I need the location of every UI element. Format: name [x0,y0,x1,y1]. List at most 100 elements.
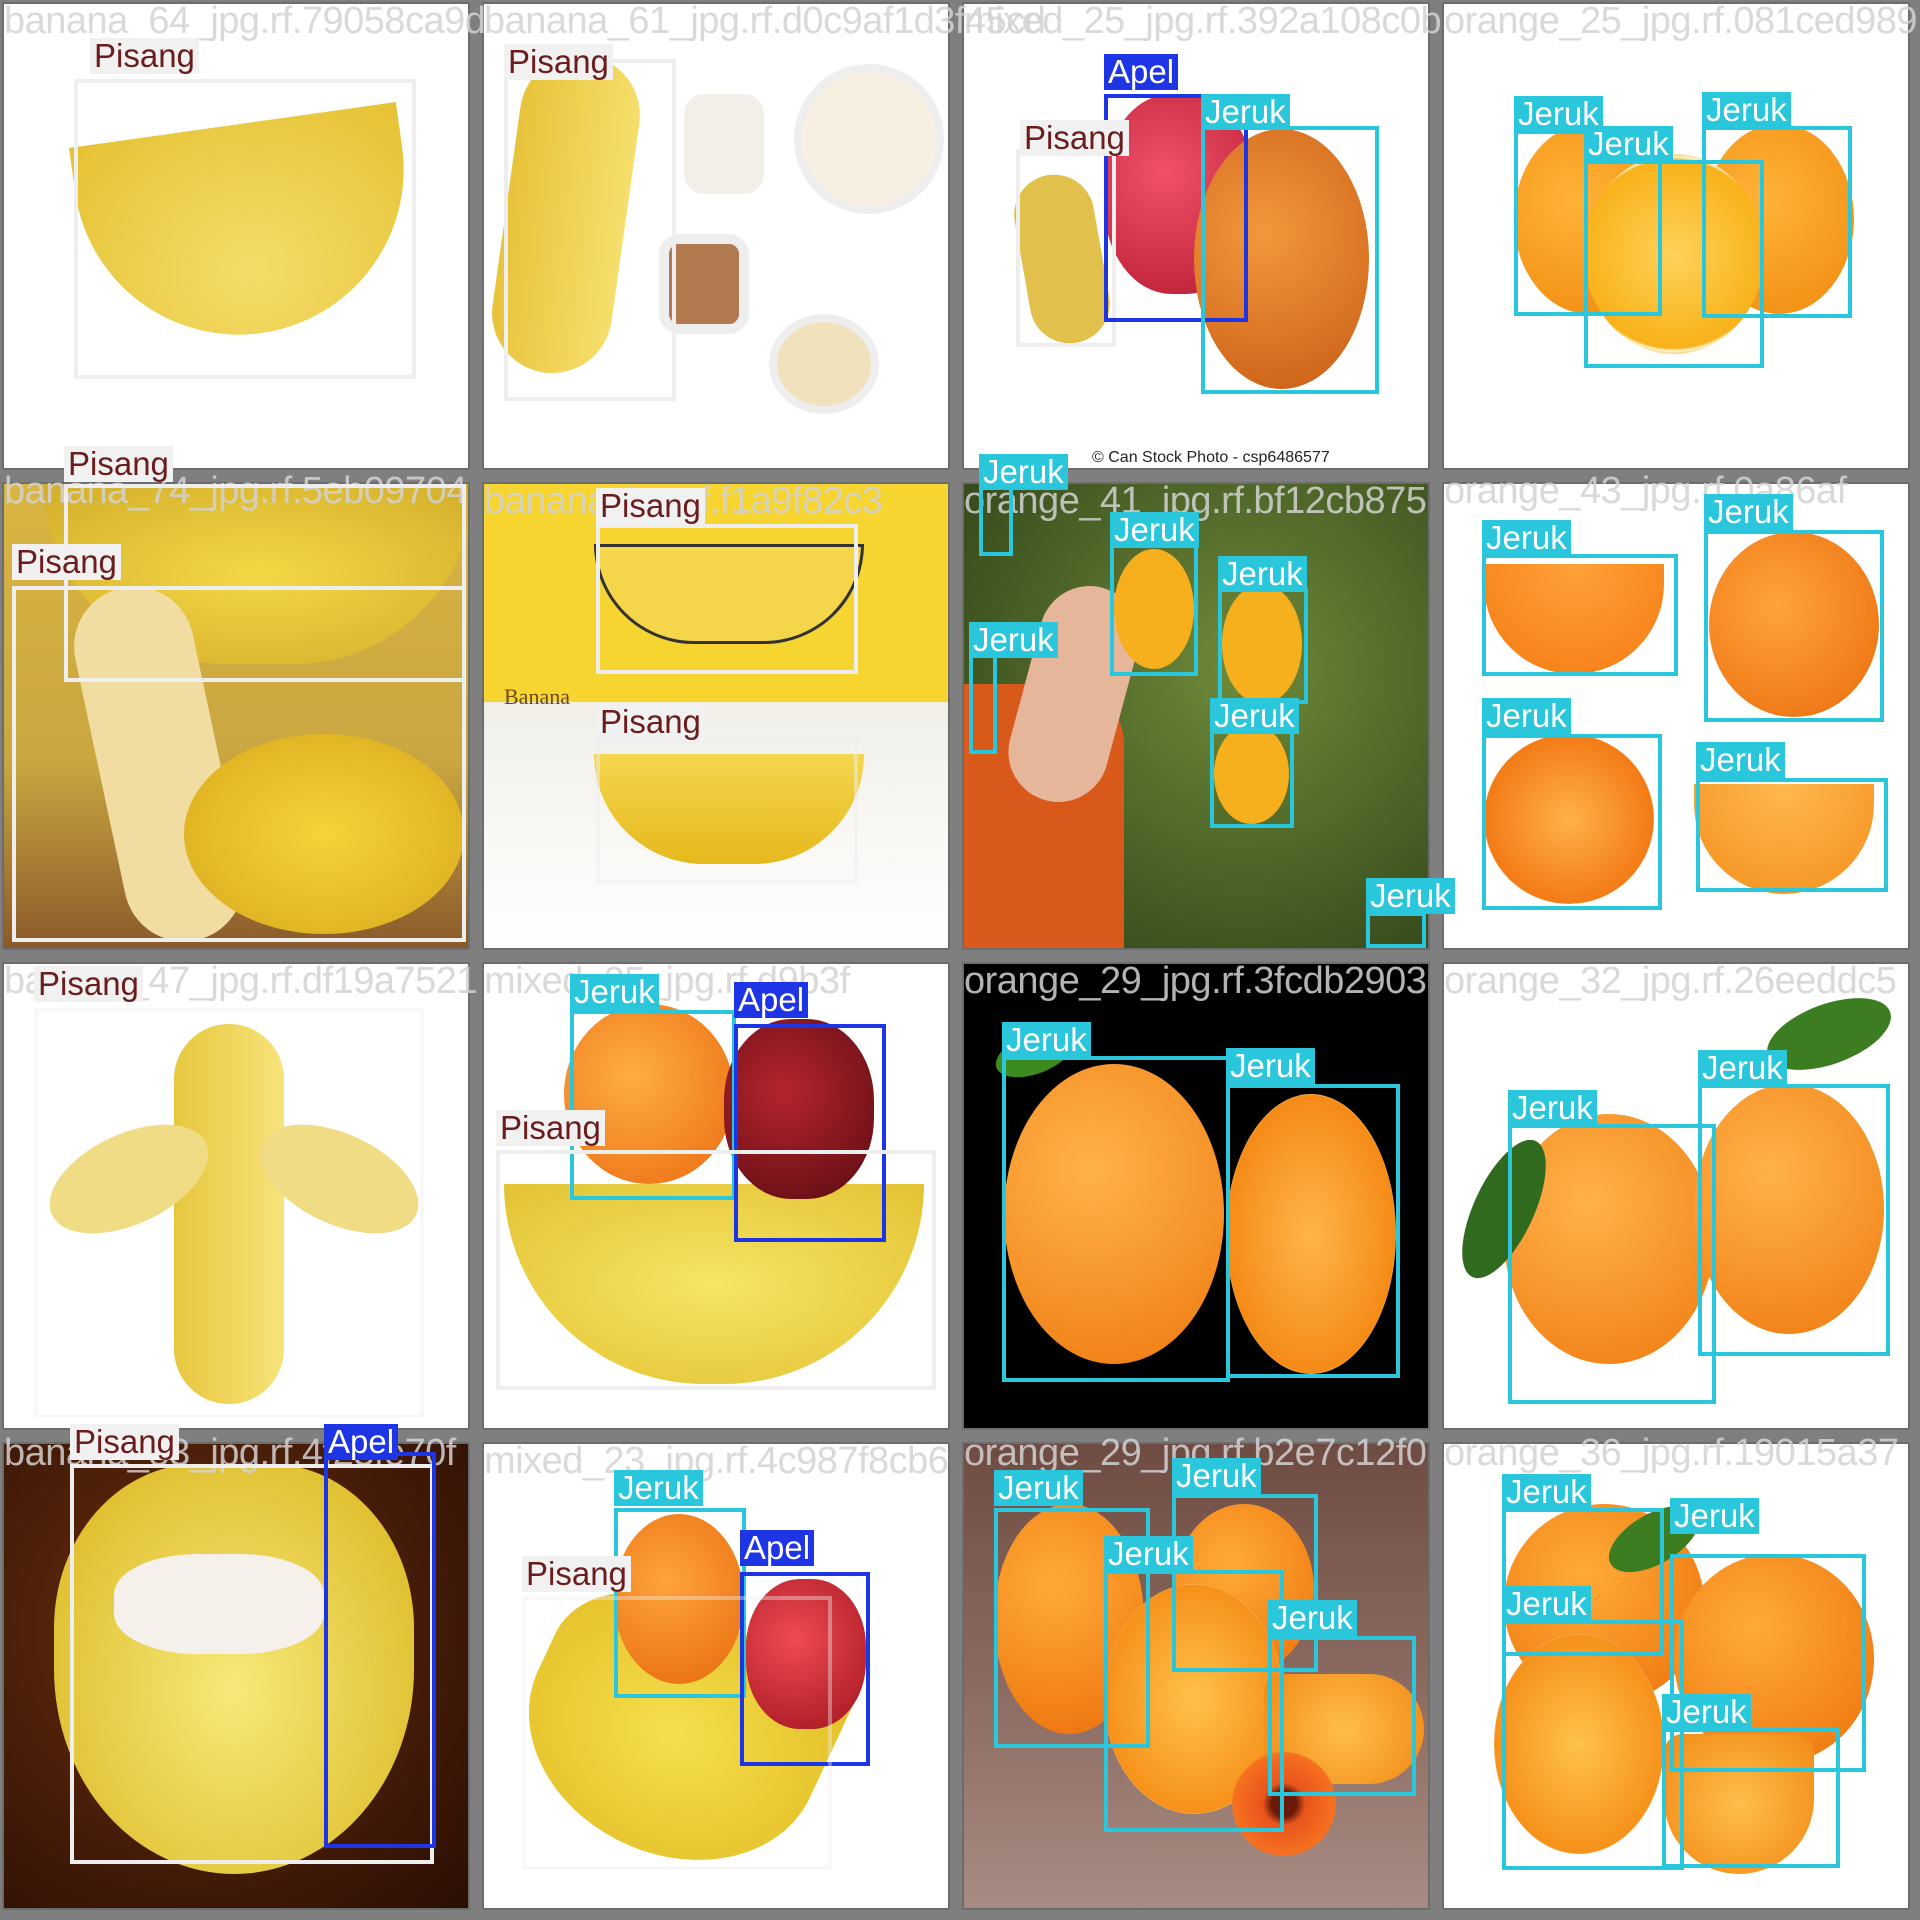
tile-10: mixed_05_jpg.rf.d9b3f Jeruk Apel Pisang [482,960,950,1430]
bbox-pisang [496,1150,936,1390]
tile-6: Banana banana_jpg.rf.f1a9f82c3 Pisang Pi… [482,480,950,950]
watermark: © Can Stock Photo - csp6486577 [1092,449,1330,466]
tile-filename: mixed_23_jpg.rf.4c987f8cb6 [484,1440,949,1482]
tile-13: banana_83_jpg.rf.4f23fe70f Pisang Apel [2,1424,470,1910]
tile-14: mixed_23_jpg.rf.4c987f8cb6 Jeruk Apel Pi… [482,1440,950,1910]
label-jeruk: Jeruk [1704,494,1793,530]
label-apel: Apel [740,1530,815,1566]
tile-12: orange_32_jpg.rf.26eeddc5 Jeruk Jeruk [1442,960,1910,1430]
bbox-pisang [12,586,466,942]
bbox-pisang [596,740,858,884]
label-pisang: Pisang [596,704,705,740]
bowl-shape [794,64,944,214]
tile-filename: mixed_25_jpg.rf.392a108c0b [964,0,1442,42]
label-jeruk: Jeruk [969,622,1058,658]
tile-filename: orange_32_jpg.rf.26eeddc5 [1444,960,1897,1002]
bbox-jeruk [1210,730,1294,828]
bbox-pisang [74,79,416,379]
label-jeruk: Jeruk [570,974,659,1010]
tile-1: banana_64_jpg.rf.79058ca9d Pisang [2,0,486,470]
label-jeruk: Jeruk [1482,520,1571,556]
bbox-jeruk [1584,160,1764,368]
tile-3: © Can Stock Photo - csp6486577 mixed_25_… [962,0,1442,470]
bbox-jeruk [1104,1570,1284,1832]
label-jeruk: Jeruk [1502,1586,1591,1622]
label-jeruk: Jeruk [1210,698,1299,734]
label-apel: Apel [324,1424,399,1460]
tile-filename: banana_64_jpg.rf.79058ca9d [4,0,486,42]
bbox-jeruk [1268,1636,1416,1796]
bbox-jeruk [1366,912,1426,948]
tile-filename: banana_61_jpg.rf.d0c9af1d3f45cd [484,0,1046,42]
bbox-jeruk [1508,1124,1716,1404]
label-jeruk: Jeruk [1584,126,1673,162]
label-pisang: Pisang [12,544,121,580]
label-jeruk: Jeruk [1702,92,1791,128]
bbox-jeruk [1218,588,1308,704]
label-jeruk: Jeruk [1172,1458,1261,1494]
label-jeruk: Jeruk [1104,1536,1193,1572]
tile-4: orange_25_jpg.rf.081ced989 Jeruk Jeruk J… [1442,0,1917,470]
label-jeruk: Jeruk [1508,1090,1597,1126]
tile-9: banana_47_jpg.rf.df19a7521 Pisang [2,960,478,1430]
label-jeruk: Jeruk [1662,1694,1751,1730]
label-pisang: Pisang [90,38,199,74]
bbox-jeruk [1482,734,1662,910]
label-jeruk: Jeruk [1670,1498,1759,1534]
label-jeruk: Jeruk [1002,1022,1091,1058]
label-apel: Apel [734,982,809,1018]
tile-filename: orange_25_jpg.rf.081ced989 [1444,0,1917,42]
bbox-jeruk [1696,778,1888,892]
label-jeruk: Jeruk [1502,1474,1591,1510]
label-pisang: Pisang [70,1424,179,1460]
label-pisang: Pisang [64,446,173,482]
label-jeruk: Jeruk [1110,512,1199,548]
bbox-jeruk [1502,1620,1684,1870]
bbox-jeruk [1662,1728,1840,1868]
label-apel: Apel [1104,54,1179,90]
bbox-jeruk [969,654,997,754]
label-jeruk: Jeruk [614,1470,703,1506]
label-jeruk: Jeruk [1366,878,1455,914]
bowl-shape [769,314,879,414]
label-jeruk: Jeruk [1201,94,1290,130]
bbox-jeruk [1226,1084,1400,1378]
tile-5: banana_74_jpg.rf.5eb09704 Pisang Pisang [2,446,470,950]
tile-15: orange_29_jpg.rf.b2e7c12f0 Jeruk Jeruk J… [962,1432,1430,1910]
label-jeruk: Jeruk [979,454,1068,490]
tile-filename: orange_29_jpg.rf.3fcdb2903 [964,960,1427,1002]
bbox-pisang [1016,149,1116,347]
label-pisang: Pisang [496,1110,605,1146]
watermark: Banana [504,684,570,709]
bbox-apel [324,1452,436,1848]
label-jeruk: Jeruk [994,1470,1083,1506]
bbox-jeruk [979,484,1013,556]
bbox-jeruk [1002,1056,1230,1382]
label-jeruk: Jeruk [1696,742,1785,778]
label-pisang: Pisang [504,44,613,80]
tile-7: orange_41_jpg.rf.bf12cb875 Jeruk Jeruk J… [962,454,1455,950]
bbox-jeruk [1698,1084,1890,1356]
label-jeruk: Jeruk [1226,1048,1315,1084]
label-pisang: Pisang [522,1556,631,1592]
bbox-pisang [34,1008,424,1418]
tile-2: banana_61_jpg.rf.d0c9af1d3f45cd Pisang [482,0,1046,470]
label-pisang: Pisang [596,488,705,524]
tile-16: orange_36_jpg.rf.19015a37 Jeruk Jeruk Je… [1442,1432,1910,1910]
bbox-jeruk [1201,126,1379,394]
bbox-jeruk [1704,530,1884,722]
label-pisang: Pisang [34,966,143,1002]
tile-11: orange_29_jpg.rf.3fcdb2903 Jeruk Jeruk [962,960,1430,1430]
bbox-pisang [522,1596,832,1870]
mosaic-grid: banana_64_jpg.rf.79058ca9d Pisang banana… [0,0,1920,1920]
bbox-pisang [504,59,676,401]
bowl-shape [684,94,764,194]
label-jeruk: Jeruk [1268,1600,1357,1636]
tile-8: orange_43_jpg.rf.0a86af Jeruk Jeruk Jeru… [1442,470,1910,950]
label-jeruk: Jeruk [1482,698,1571,734]
label-jeruk: Jeruk [1218,556,1307,592]
bbox-jeruk [1110,544,1198,676]
bbox-pisang [596,524,858,674]
label-jeruk: Jeruk [1698,1050,1787,1086]
tile-filename: orange_36_jpg.rf.19015a37 [1444,1432,1899,1474]
